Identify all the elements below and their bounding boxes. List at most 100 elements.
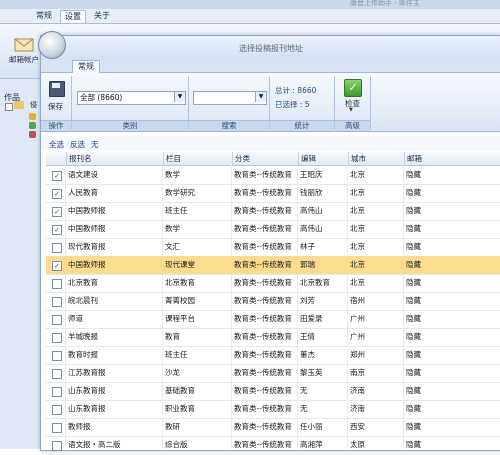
column-header-city[interactable]: 城市 bbox=[348, 152, 405, 165]
column-cell: 班主任 bbox=[165, 350, 188, 359]
row-checkbox[interactable] bbox=[52, 441, 62, 451]
app-orb-icon[interactable] bbox=[38, 31, 66, 59]
category-cell: 教育类--传统教育 bbox=[234, 260, 292, 269]
group-label-stats: 统计 bbox=[270, 120, 334, 131]
category-cell: 教育类--传统教育 bbox=[234, 170, 292, 179]
column-header-column[interactable]: 栏目 bbox=[163, 152, 233, 165]
row-checkbox[interactable] bbox=[52, 297, 62, 307]
tab-general[interactable]: 常规 bbox=[32, 10, 56, 22]
category-cell: 教育类--传统教育 bbox=[234, 404, 292, 413]
city-cell: 太原 bbox=[350, 440, 365, 449]
group-label-advanced: 高级 bbox=[335, 120, 370, 131]
column-header-email[interactable]: 邮箱 bbox=[404, 152, 500, 165]
column-cell: 沙龙 bbox=[165, 368, 180, 377]
email-cell: 隐藏 bbox=[406, 242, 421, 251]
email-cell: 隐藏 bbox=[406, 314, 421, 323]
row-checkbox[interactable] bbox=[52, 405, 62, 415]
city-cell: 北京 bbox=[350, 242, 365, 251]
row-checkbox[interactable] bbox=[52, 333, 62, 343]
row-checkbox[interactable]: ✓ bbox=[52, 171, 62, 181]
editor-cell: 田爱录 bbox=[300, 314, 323, 323]
journal-name-cell: 现代教育报 bbox=[68, 242, 106, 251]
tab-about[interactable]: 关于 bbox=[90, 10, 114, 22]
editor-cell: 无 bbox=[300, 404, 308, 413]
column-cell: 北京教育 bbox=[165, 278, 195, 287]
journal-name-cell: 中国教师报 bbox=[68, 224, 106, 233]
editor-cell: 林子 bbox=[300, 242, 315, 251]
tree-expand-icon[interactable] bbox=[5, 103, 13, 111]
journal-name-cell: 中国教师报 bbox=[68, 206, 106, 215]
chevron-down-icon[interactable]: ▼ bbox=[255, 92, 266, 102]
column-cell: 数学 bbox=[165, 224, 180, 233]
row-checkbox[interactable] bbox=[52, 315, 62, 325]
row-checkbox[interactable] bbox=[52, 387, 62, 397]
editor-cell: 高伟山 bbox=[300, 224, 323, 233]
dialog-tab-general[interactable]: 常规 bbox=[72, 60, 100, 73]
email-cell: 隐藏 bbox=[406, 188, 421, 197]
row-checkbox[interactable] bbox=[52, 351, 62, 361]
city-cell: 北京 bbox=[350, 260, 365, 269]
column-cell: 教研 bbox=[165, 422, 180, 431]
row-checkbox[interactable]: ✓ bbox=[52, 189, 62, 199]
dialog-title: 选择投稿报刊地址 bbox=[239, 44, 303, 53]
journal-name-cell: 教育时报 bbox=[68, 350, 98, 359]
column-cell: 综合版 bbox=[165, 440, 188, 449]
email-cell: 隐藏 bbox=[406, 350, 421, 359]
mail-account-icon[interactable] bbox=[14, 36, 34, 52]
tree-item-label[interactable]: 侵 bbox=[30, 100, 37, 110]
row-checkbox[interactable]: ✓ bbox=[52, 225, 62, 235]
category-cell: 教育类--传统教育 bbox=[234, 314, 292, 323]
category-cell: 教育类--传统教育 bbox=[234, 224, 292, 233]
column-cell: 课程平台 bbox=[165, 314, 195, 323]
column-cell: 数学研究 bbox=[165, 188, 195, 197]
row-checkbox[interactable] bbox=[52, 243, 62, 253]
email-cell: 隐藏 bbox=[406, 422, 421, 431]
column-header-category[interactable]: 分类 bbox=[232, 152, 299, 165]
chevron-down-icon[interactable]: ▼ bbox=[174, 92, 185, 102]
email-cell: 隐藏 bbox=[406, 440, 421, 449]
editor-cell: 王倩 bbox=[300, 332, 315, 341]
key-icon bbox=[29, 131, 36, 138]
tab-settings[interactable]: 设置 bbox=[60, 10, 86, 23]
city-cell: 济南 bbox=[350, 386, 365, 395]
folder-icon bbox=[14, 101, 24, 109]
city-cell: 北京 bbox=[350, 206, 365, 215]
email-cell: 隐藏 bbox=[406, 206, 421, 215]
editor-cell: 钱丽欣 bbox=[300, 188, 323, 197]
category-cell: 教育类--传统教育 bbox=[234, 440, 292, 449]
invert-selection-link[interactable]: 反选 bbox=[70, 139, 85, 150]
mail-account-button-label[interactable]: 邮箱帐户 bbox=[9, 54, 39, 65]
row-checkbox[interactable]: ✓ bbox=[52, 261, 62, 271]
chevron-down-icon[interactable]: ▼ bbox=[349, 107, 353, 113]
group-separator bbox=[71, 76, 72, 130]
save-icon-label bbox=[52, 83, 60, 88]
editor-cell: 王昭庆 bbox=[300, 170, 323, 179]
journal-name-cell: 山东教育报 bbox=[68, 386, 106, 395]
column-header-name[interactable]: 报刊名 bbox=[66, 152, 164, 165]
row-checkbox[interactable] bbox=[52, 369, 62, 379]
email-cell: 隐藏 bbox=[406, 404, 421, 413]
select-all-link[interactable]: 全选 bbox=[49, 139, 64, 150]
row-checkbox[interactable]: ✓ bbox=[52, 207, 62, 217]
journal-name-cell: 人民教育 bbox=[68, 188, 98, 197]
group-label-operation: 操作 bbox=[41, 120, 71, 131]
select-none-link[interactable]: 无 bbox=[91, 139, 99, 150]
row-checkbox[interactable] bbox=[52, 279, 62, 289]
group-separator bbox=[269, 76, 270, 130]
journal-name-cell: 中国教师报 bbox=[68, 260, 106, 269]
column-header-editor[interactable]: 编辑 bbox=[298, 152, 349, 165]
category-cell: 教育类--传统教育 bbox=[234, 368, 292, 377]
stat-selected: 已选择 : 5 bbox=[275, 100, 310, 109]
column-cell: 数学 bbox=[165, 170, 180, 179]
category-cell: 教育类--传统教育 bbox=[234, 206, 292, 215]
email-cell: 隐藏 bbox=[406, 260, 421, 269]
row-checkbox[interactable] bbox=[52, 423, 62, 433]
category-cell: 教育类--传统教育 bbox=[234, 350, 292, 359]
group-label-search: 搜索 bbox=[189, 120, 269, 131]
city-cell: 宿州 bbox=[350, 296, 365, 305]
checkmark-icon: ✓ bbox=[344, 79, 362, 97]
journal-name-cell: 语文报・高二版 bbox=[68, 440, 121, 449]
email-cell: 隐藏 bbox=[406, 278, 421, 287]
group-separator bbox=[188, 76, 189, 130]
email-cell: 隐藏 bbox=[406, 170, 421, 179]
